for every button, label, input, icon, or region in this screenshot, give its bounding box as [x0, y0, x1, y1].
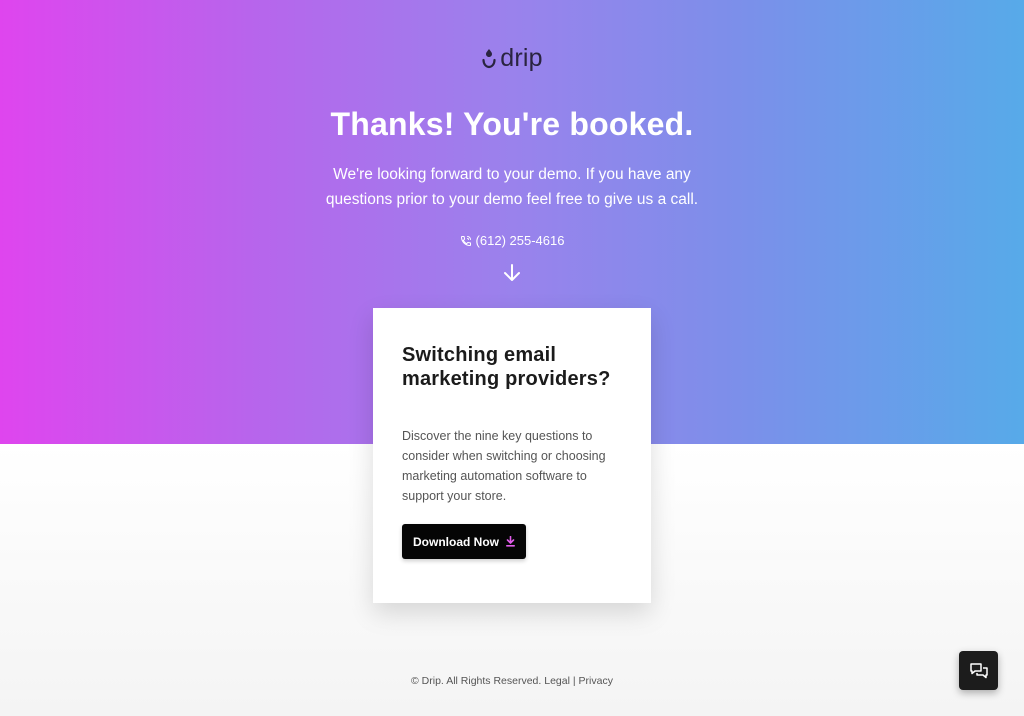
page-subtitle: We're looking forward to your demo. If y… [325, 166, 699, 208]
copyright-text: © Drip. All Rights Reserved. [411, 675, 542, 687]
legal-link[interactable]: Legal [544, 675, 570, 687]
download-icon [506, 536, 515, 547]
phone-link[interactable]: (612) 255-4616 [0, 233, 1024, 248]
phone-icon [460, 235, 471, 246]
chat-bubbles-icon [969, 662, 988, 678]
page-title: Thanks! You're booked. [330, 106, 694, 142]
card-title: Switching email marketing providers? [402, 344, 611, 390]
phone-number: (612) 255-4616 [475, 233, 565, 248]
card-description: Discover the nine key questions to consi… [402, 429, 606, 503]
arrow-down-icon [504, 264, 520, 281]
resource-card: Switching email marketing providers? Dis… [373, 308, 651, 603]
privacy-link[interactable]: Privacy [579, 675, 613, 687]
footer: © Drip. All Rights Reserved. Legal | Pri… [0, 675, 1024, 687]
download-now-button[interactable]: Download Now [402, 524, 526, 559]
drip-logo[interactable]: drip [0, 44, 1024, 73]
download-button-label: Download Now [413, 534, 499, 549]
footer-separator: | [572, 675, 576, 687]
logo-text: drip [500, 44, 543, 72]
chat-button[interactable] [959, 651, 998, 690]
drip-smile-icon [482, 48, 496, 68]
